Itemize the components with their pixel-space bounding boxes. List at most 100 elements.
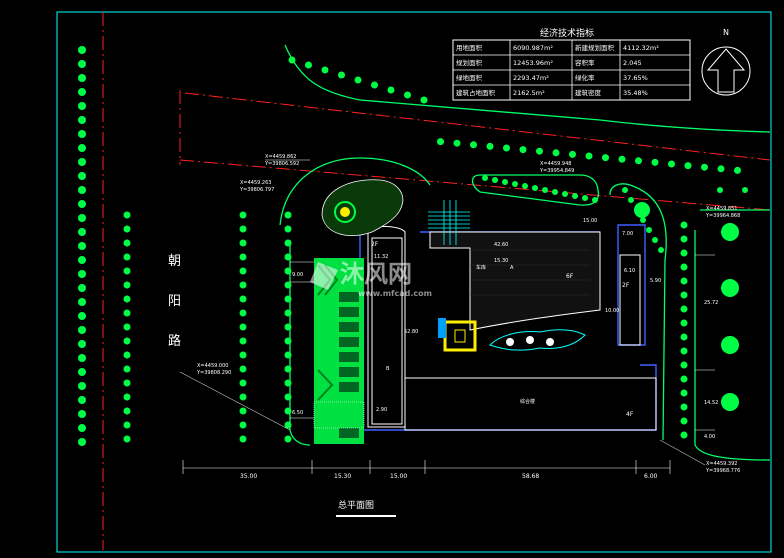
label-parking: 车库 xyxy=(476,264,486,271)
tree xyxy=(680,417,688,425)
tree xyxy=(239,337,247,345)
dim-right-1: 25.72 xyxy=(704,300,718,306)
table-cell: 4112.32m² xyxy=(623,44,659,52)
dim-5280: 52.80 xyxy=(404,329,418,335)
tree xyxy=(532,185,538,191)
garden-pattern xyxy=(489,329,586,351)
tree xyxy=(239,211,247,219)
tree xyxy=(742,187,748,193)
tree xyxy=(635,157,642,165)
tree xyxy=(78,396,86,404)
dim-590: 5.90 xyxy=(650,278,661,284)
coord-6-y: Y=39968.776 xyxy=(705,468,740,474)
tree xyxy=(680,221,688,229)
table-cell: 2293.47m² xyxy=(513,74,549,82)
tree xyxy=(78,312,86,320)
tree xyxy=(321,66,329,74)
tree xyxy=(658,247,664,253)
tree xyxy=(78,200,86,208)
coord-4-y: Y=39964.868 xyxy=(705,213,740,219)
table-cell: 绿地面积 xyxy=(456,73,483,82)
tree xyxy=(123,379,131,387)
tree xyxy=(680,235,688,243)
table-cell: 35.48% xyxy=(623,89,648,97)
tree xyxy=(78,144,86,152)
table-cell: 建筑密度 xyxy=(575,88,602,97)
dim-bottom-2: 15.30 xyxy=(334,473,351,480)
label-2f: 2F xyxy=(371,241,379,248)
tree xyxy=(634,202,650,218)
tree xyxy=(239,225,247,233)
tree xyxy=(284,239,292,247)
tree-rows xyxy=(78,46,748,446)
tree xyxy=(680,361,688,369)
tree xyxy=(78,74,86,82)
table-cell: 绿化率 xyxy=(575,73,595,82)
tree xyxy=(437,138,444,146)
label-b: B xyxy=(386,366,390,372)
tree xyxy=(78,116,86,124)
label-2f-right: 2F xyxy=(622,282,630,289)
dim-4260: 42.60 xyxy=(494,242,508,248)
drawing-caption: 总平面图 xyxy=(338,499,374,511)
tree xyxy=(482,175,488,181)
tree xyxy=(123,253,131,261)
tree xyxy=(78,214,86,222)
dim-610: 6.10 xyxy=(624,268,635,274)
tree xyxy=(486,142,494,150)
tree xyxy=(585,152,593,160)
table-cell: 容积率 xyxy=(575,58,595,67)
table-cell: 新建规划面积 xyxy=(575,43,615,52)
tree xyxy=(78,88,86,96)
tree xyxy=(123,309,131,317)
tree xyxy=(78,256,86,264)
tree xyxy=(239,309,247,317)
coord-3-x: X=4459.948 xyxy=(540,161,571,167)
tree xyxy=(680,319,688,327)
tree xyxy=(680,389,688,397)
table-cell: 2.045 xyxy=(623,59,642,67)
tree xyxy=(123,407,131,415)
tree xyxy=(680,375,688,383)
road-char-1: 朝 xyxy=(168,254,181,269)
tree xyxy=(503,144,510,152)
tree xyxy=(284,267,292,275)
tree xyxy=(680,263,688,271)
dim-right-2: 14.52 xyxy=(704,400,718,406)
watermark-url: www.mfcad.com xyxy=(358,289,432,298)
tree xyxy=(387,86,395,94)
table-cell: 规划面积 xyxy=(456,58,483,67)
tree xyxy=(78,186,86,194)
dim-bottom-3: 15.00 xyxy=(390,473,407,480)
tree xyxy=(78,424,86,432)
tree xyxy=(680,291,688,299)
tree xyxy=(522,183,528,189)
tree xyxy=(680,347,688,355)
tech-table: 经济技术指标 用地面积 6090.987m² 新建规划面积 4112.32m² 规划面积… xyxy=(452,27,691,101)
tree xyxy=(78,298,86,306)
site-plan-drawing: N 经济技术指标 用地面积 6090.987m² 新建规划面积 4112.32m² 规划… xyxy=(56,11,772,553)
tree xyxy=(552,189,558,195)
tree xyxy=(239,267,247,275)
tree xyxy=(592,197,598,203)
drawing-frame xyxy=(56,11,772,553)
north-label: N xyxy=(723,28,729,37)
coord-6-x: X=4459.392 xyxy=(706,461,737,467)
tree xyxy=(717,165,725,173)
label-a: A xyxy=(510,265,514,271)
tree xyxy=(239,239,247,247)
tree xyxy=(628,197,634,203)
tree xyxy=(123,435,131,443)
tree xyxy=(239,407,247,415)
tree xyxy=(78,368,86,376)
tree xyxy=(78,242,86,250)
tree xyxy=(338,71,345,79)
tree xyxy=(239,421,247,429)
coord-1-y: Y=39806.592 xyxy=(264,161,299,167)
dim-left-2: 6.50 xyxy=(292,410,303,416)
coord-4-x: X=4459.851 xyxy=(706,206,737,212)
coord-5-x: X=4459.000 xyxy=(197,363,228,369)
tech-table-title: 经济技术指标 xyxy=(540,27,594,39)
tree xyxy=(404,91,411,99)
tree xyxy=(78,340,86,348)
